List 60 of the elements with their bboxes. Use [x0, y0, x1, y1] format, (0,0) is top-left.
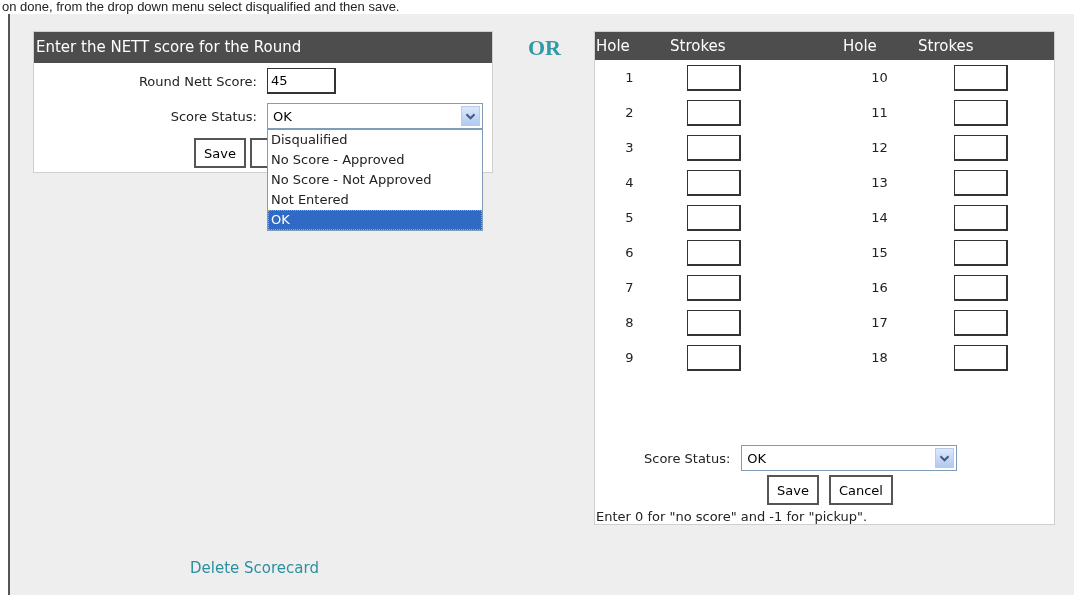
hole-number: 11 [871, 105, 888, 120]
dropdown-option[interactable]: No Score - Not Approved [268, 170, 482, 190]
strokes-input[interactable] [687, 274, 741, 301]
strokes-input[interactable] [954, 169, 1008, 196]
strokes-input[interactable] [954, 64, 1008, 91]
hole-number: 14 [871, 210, 888, 225]
status-select[interactable]: OK [741, 445, 958, 471]
instruction-text: on done, from the drop down menu select disqualified and then save. [1, 0, 401, 14]
or-label: OR [528, 35, 561, 61]
hole-number: 9 [625, 350, 635, 365]
strokes-input[interactable] [954, 344, 1008, 371]
column-header: Strokes [670, 37, 727, 55]
dropdown-option[interactable]: No Score - Approved [268, 150, 482, 170]
panel-title: Enter the NETT score for the Round [34, 32, 492, 63]
field-label: Round Nett Score: [137, 73, 257, 89]
hole-number: 6 [625, 245, 635, 260]
hole-number: 3 [625, 140, 635, 155]
hole-number: 8 [625, 315, 635, 330]
hole-number: 7 [625, 280, 635, 295]
chevron-down-icon [935, 448, 955, 468]
status-select[interactable]: OK [267, 103, 483, 129]
hole-number: 13 [871, 175, 888, 190]
chevron-down-icon [461, 106, 480, 126]
strokes-input[interactable] [954, 204, 1008, 231]
hole-number: 16 [871, 280, 888, 295]
dropdown-option[interactable]: OK [268, 210, 482, 230]
hole-number: 15 [871, 245, 888, 260]
hole-number: 12 [871, 140, 888, 155]
column-header: Strokes [917, 37, 975, 55]
field-label: Score Status: [169, 108, 257, 124]
hole-number: 1 [625, 70, 635, 85]
strokes-input[interactable] [954, 134, 1008, 161]
score-input[interactable]: 45 [267, 68, 336, 94]
column-header: Hole [595, 37, 631, 55]
strokes-input[interactable] [954, 309, 1008, 336]
strokes-input[interactable] [687, 99, 741, 126]
hole-number: 5 [625, 210, 635, 225]
dropdown-option[interactable]: Not Entered [268, 190, 482, 210]
cancel-button[interactable]: Cancel [828, 475, 893, 505]
strokes-input[interactable] [687, 134, 741, 161]
hole-number: 10 [871, 70, 888, 85]
strokes-input[interactable] [954, 99, 1008, 126]
save-button[interactable]: Save [767, 475, 819, 505]
hole-number: 17 [871, 315, 888, 330]
strokes-input[interactable] [954, 239, 1008, 266]
strokes-input[interactable] [687, 239, 741, 266]
field-label: Score Status: [644, 450, 731, 466]
hole-number: 2 [625, 105, 635, 120]
strokes-input[interactable] [687, 344, 741, 371]
hole-number: 4 [625, 175, 635, 190]
strokes-input[interactable] [687, 309, 741, 336]
strokes-input[interactable] [687, 169, 741, 196]
hole-number: 18 [871, 350, 888, 365]
strokes-input[interactable] [687, 64, 741, 91]
strokes-input[interactable] [954, 274, 1008, 301]
column-header: Hole [842, 37, 878, 55]
save-button[interactable]: Save [194, 138, 246, 168]
dropdown-option[interactable]: Disqualified [268, 130, 482, 150]
strokes-input[interactable] [687, 204, 741, 231]
help-text: Enter 0 for "no score" and -1 for "pickup". [595, 509, 869, 524]
